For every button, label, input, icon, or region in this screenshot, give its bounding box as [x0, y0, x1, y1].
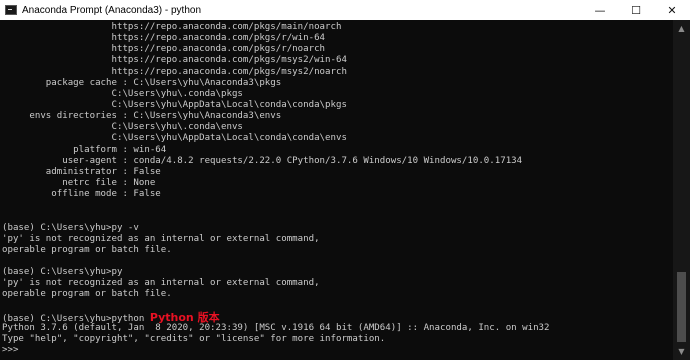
terminal-line-text: C:\Users\yhu\.conda\envs: [2, 122, 243, 133]
minimize-button[interactable]: —: [582, 0, 618, 20]
terminal-line-text: operable program or batch file.: [2, 289, 172, 300]
terminal-line-text: offline mode : False: [2, 189, 161, 200]
terminal-line-text: administrator : False: [2, 166, 161, 177]
terminal-line-text: C:\Users\yhu\.conda\pkgs: [2, 88, 243, 99]
maximize-button[interactable]: ☐: [618, 0, 654, 20]
terminal-line: offline mode : False: [2, 189, 673, 200]
terminal-line: https://repo.anaconda.com/pkgs/r/win-64: [2, 33, 673, 44]
terminal-line-text: operable program or batch file.: [2, 244, 172, 255]
python-version-annotation: Python 版本: [149, 310, 220, 324]
terminal-line: platform : win-64: [2, 145, 673, 156]
terminal-line-text: C:\Users\yhu\AppData\Local\conda\conda\p…: [2, 99, 347, 110]
terminal-line-text: >>>: [2, 345, 24, 356]
terminal-line: https://repo.anaconda.com/pkgs/r/noarch: [2, 44, 673, 55]
scrollbar-thumb[interactable]: [677, 272, 686, 342]
terminal-line: 'py' is not recognized as an internal or…: [2, 234, 673, 245]
terminal-line-text: https://repo.anaconda.com/pkgs/msys2/noa…: [2, 66, 347, 77]
terminal-line: C:\Users\yhu\AppData\Local\conda\conda\p…: [2, 100, 673, 111]
close-button[interactable]: ✕: [654, 0, 690, 20]
terminal-line-text: (base) C:\Users\yhu>py: [2, 267, 123, 278]
terminal-line: envs directories : C:\Users\yhu\Anaconda…: [2, 111, 673, 122]
terminal-line: user-agent : conda/4.8.2 requests/2.22.0…: [2, 156, 673, 167]
terminal-line-text: 'py' is not recognized as an internal or…: [2, 233, 320, 244]
terminal-line-text: netrc file : None: [2, 177, 156, 188]
console-app-icon: [5, 5, 17, 15]
terminal-line-text: https://repo.anaconda.com/pkgs/r/noarch: [2, 44, 326, 55]
terminal-line: C:\Users\yhu\.conda\envs: [2, 122, 673, 133]
terminal-line: Python 3.7.6 (default, Jan 8 2020, 20:23…: [2, 323, 673, 334]
terminal-line: (base) C:\Users\yhu>py -v: [2, 223, 673, 234]
terminal-line: https://repo.anaconda.com/pkgs/msys2/win…: [2, 55, 673, 66]
terminal-line: C:\Users\yhu\AppData\Local\conda\conda\e…: [2, 133, 673, 144]
terminal-line-text: C:\Users\yhu\AppData\Local\conda\conda\e…: [2, 133, 347, 144]
terminal-line-text: https://repo.anaconda.com/pkgs/main/noar…: [2, 22, 342, 32]
terminal-line: operable program or batch file.: [2, 289, 673, 300]
terminal-line-text: Python 3.7.6 (default, Jan 8 2020, 20:23…: [2, 322, 550, 333]
terminal-line: netrc file : None: [2, 178, 673, 189]
scroll-up-arrow-icon[interactable]: ▲: [673, 20, 690, 37]
terminal-line-text: Type "help", "copyright", "credits" or "…: [2, 333, 386, 344]
terminal-line: https://repo.anaconda.com/pkgs/main/noar…: [2, 22, 673, 33]
terminal-line: >>>: [2, 345, 673, 356]
terminal-line-text: https://repo.anaconda.com/pkgs/r/win-64: [2, 33, 326, 44]
terminal-line: https://repo.anaconda.com/pkgs/msys2/noa…: [2, 67, 673, 78]
terminal-line-text: user-agent : conda/4.8.2 requests/2.22.0…: [2, 155, 523, 166]
terminal-line: C:\Users\yhu\.conda\pkgs: [2, 89, 673, 100]
scroll-down-arrow-icon[interactable]: ▼: [673, 343, 690, 360]
terminal-line-text: envs directories : C:\Users\yhu\Anaconda…: [2, 111, 282, 122]
terminal-line: operable program or batch file.: [2, 245, 673, 256]
title-bar[interactable]: Anaconda Prompt (Anaconda3) - python — ☐…: [0, 0, 690, 20]
terminal-line: Type "help", "copyright", "credits" or "…: [2, 334, 673, 345]
console-window: Anaconda Prompt (Anaconda3) - python — ☐…: [0, 0, 690, 360]
terminal-line: administrator : False: [2, 167, 673, 178]
vertical-scrollbar[interactable]: ▲ ▼: [673, 20, 690, 360]
terminal-line: 'py' is not recognized as an internal or…: [2, 278, 673, 289]
terminal-line: package cache : C:\Users\yhu\Anaconda3\p…: [2, 78, 673, 89]
terminal-line: (base) C:\Users\yhu>python Python 版本: [2, 310, 673, 324]
terminal-line-text: https://repo.anaconda.com/pkgs/msys2/win…: [2, 55, 347, 66]
terminal-output[interactable]: https://repo.anaconda.com/pkgs/main/noar…: [0, 20, 673, 360]
window-title: Anaconda Prompt (Anaconda3) - python: [22, 4, 201, 16]
terminal-line: (base) C:\Users\yhu>py: [2, 267, 673, 278]
terminal-line-text: 'py' is not recognized as an internal or…: [2, 278, 320, 289]
terminal-line-text: platform : win-64: [2, 144, 167, 155]
terminal-line-text: package cache : C:\Users\yhu\Anaconda3\p…: [2, 77, 282, 88]
terminal-line-text: (base) C:\Users\yhu>py -v: [2, 222, 139, 233]
